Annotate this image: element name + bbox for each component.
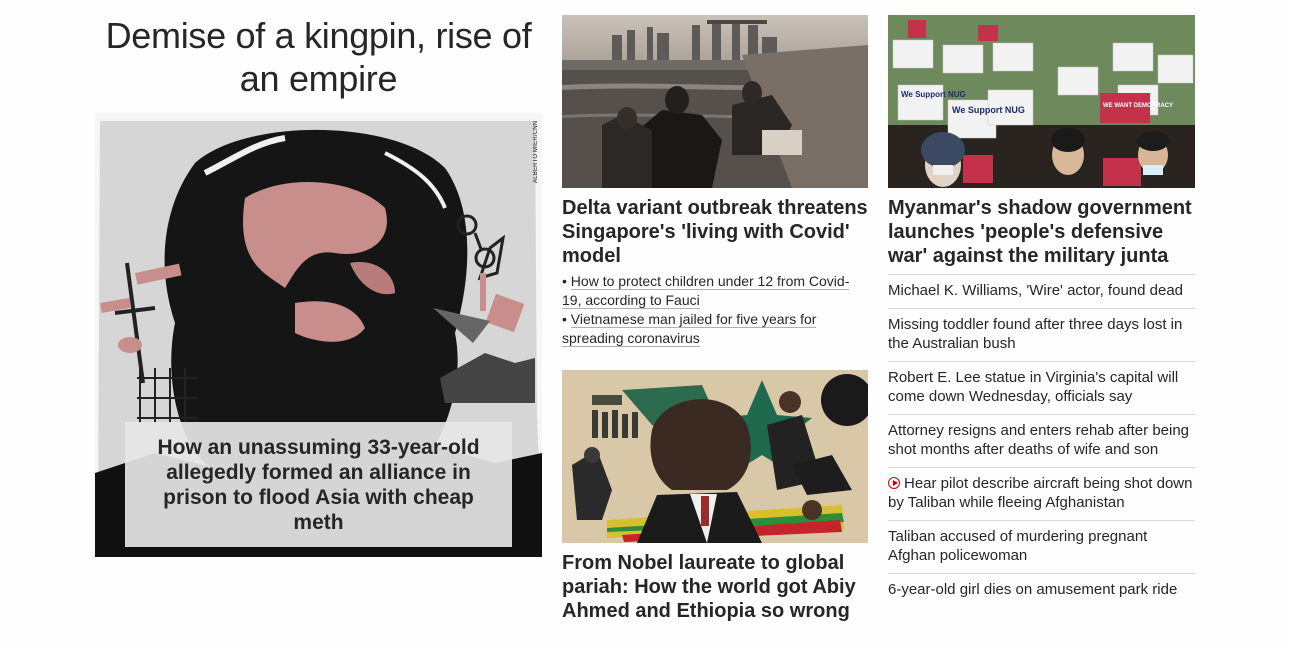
related-link-item: • Vietnamese man jailed for five years f… (562, 310, 868, 348)
related-link-vietnam[interactable]: Vietnamese man jailed for five years for… (562, 311, 817, 347)
myanmar-protest-image: We Support NUG We Support NUG WE WANT DE… (888, 15, 1195, 188)
singapore-photo[interactable] (562, 15, 868, 188)
related-link-fauci[interactable]: How to protect children under 12 from Co… (562, 273, 850, 309)
protest-sign-text: WE WANT DEMOCRACY (1103, 103, 1173, 109)
headline-list: Michael K. Williams, 'Wire' actor, found… (888, 274, 1195, 607)
ethiopia-headline[interactable]: From Nobel laureate to global pariah: Ho… (562, 551, 868, 623)
protest-sign-text: We Support NUG (952, 105, 1025, 115)
lead-illustration[interactable]: ALBERTO MIER/CNN How an unassuming 33-ye… (95, 113, 542, 557)
lead-caption-link[interactable]: How an unassuming 33-year-old allegedly … (125, 435, 512, 535)
headline-link[interactable]: Attorney resigns and enters rehab after … (888, 422, 1189, 458)
ethiopia-photo[interactable] (562, 370, 868, 543)
list-item: Hear pilot describe aircraft being shot … (888, 467, 1195, 520)
list-item: Robert E. Lee statue in Virginia's capit… (888, 361, 1195, 414)
bullet-icon: • (562, 273, 567, 289)
list-item: Michael K. Williams, 'Wire' actor, found… (888, 274, 1195, 308)
lead-title[interactable]: Demise of a kingpin, rise of an empire (95, 14, 542, 100)
list-item: Missing toddler found after three days l… (888, 308, 1195, 361)
headline-link[interactable]: 6-year-old girl dies on amusement park r… (888, 581, 1177, 598)
headline-link[interactable]: Michael K. Williams, 'Wire' actor, found… (888, 282, 1183, 299)
myanmar-photo[interactable]: We Support NUG We Support NUG WE WANT DE… (888, 15, 1195, 188)
related-link-item: • How to protect children under 12 from … (562, 272, 868, 310)
list-item: 6-year-old girl dies on amusement park r… (888, 573, 1195, 607)
list-item: Taliban accused of murdering pregnant Af… (888, 520, 1195, 573)
right-column: We Support NUG We Support NUG WE WANT DE… (888, 15, 1195, 607)
headline-link[interactable]: Taliban accused of murdering pregnant Af… (888, 528, 1147, 564)
ethiopia-collage-image (562, 370, 868, 543)
myanmar-headline[interactable]: Myanmar's shadow government launches 'pe… (888, 196, 1195, 268)
bullet-icon: • (562, 311, 567, 327)
lead-caption-box: How an unassuming 33-year-old allegedly … (125, 422, 512, 547)
middle-column: Delta variant outbreak threatens Singapo… (562, 15, 868, 622)
singapore-image (562, 15, 868, 188)
lead-story: Demise of a kingpin, rise of an empire A… (95, 14, 542, 557)
image-credit: ALBERTO MIER/CNN (533, 120, 539, 183)
related-links: • How to protect children under 12 from … (562, 272, 868, 348)
ethiopia-story: From Nobel laureate to global pariah: Ho… (562, 370, 868, 623)
singapore-story: Delta variant outbreak threatens Singapo… (562, 15, 868, 348)
list-item: Attorney resigns and enters rehab after … (888, 414, 1195, 467)
headline-link[interactable]: Hear pilot describe aircraft being shot … (888, 475, 1193, 511)
protest-sign-text: We Support NUG (901, 90, 966, 99)
video-play-icon[interactable] (888, 477, 900, 489)
singapore-headline[interactable]: Delta variant outbreak threatens Singapo… (562, 196, 868, 268)
headline-link[interactable]: Robert E. Lee statue in Virginia's capit… (888, 369, 1178, 405)
headline-link[interactable]: Missing toddler found after three days l… (888, 316, 1182, 352)
